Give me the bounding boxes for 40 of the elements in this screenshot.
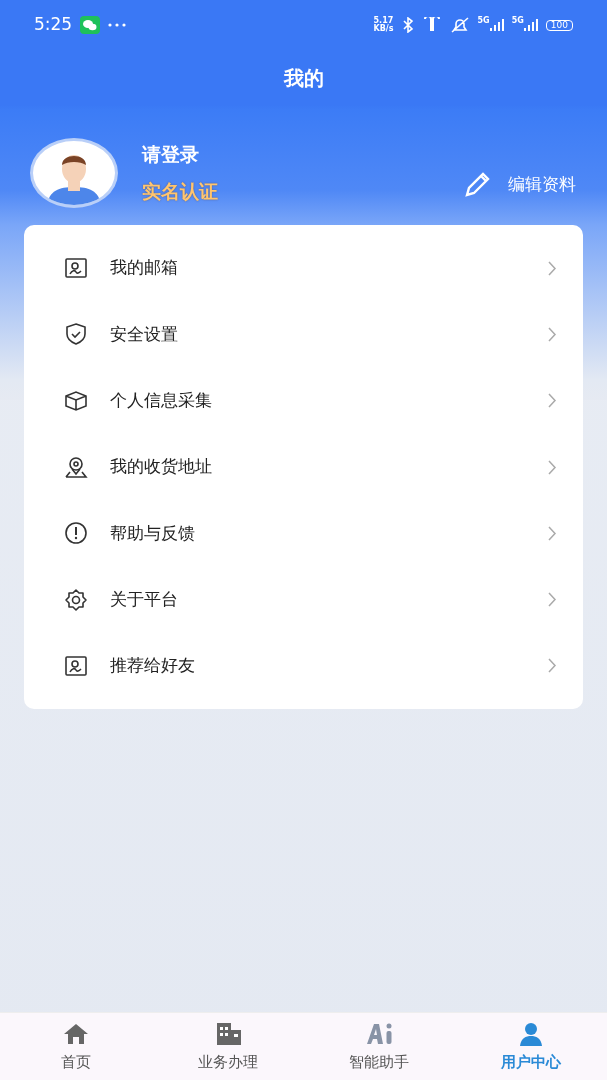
chevron-right-icon <box>548 260 557 276</box>
bluetooth-icon <box>401 17 414 33</box>
ai-icon <box>365 1021 394 1047</box>
tab-bar-item[interactable]: 业务办理 <box>151 1013 304 1080</box>
signal-icon <box>523 19 538 31</box>
mute-bell-icon <box>449 17 470 33</box>
more-icon <box>108 23 127 27</box>
menu-item[interactable]: 我的收货地址 <box>24 433 583 501</box>
menu-item[interactable]: 安全设置 <box>24 301 583 368</box>
network-type: 5G <box>477 15 490 27</box>
network-type: 5G <box>511 15 524 27</box>
menu-item[interactable]: 帮助与反馈 <box>24 500 583 567</box>
id-card-icon <box>64 653 88 678</box>
chevron-right-icon <box>548 393 557 409</box>
page-title: 我的 <box>283 64 324 92</box>
box-icon <box>64 388 88 413</box>
menu-item[interactable]: 个人信息采集 <box>24 367 583 434</box>
menu-item[interactable]: 我的邮箱 <box>24 235 583 302</box>
battery-level: 100 <box>545 19 573 31</box>
network-speed: 5.17 <box>373 17 394 25</box>
status-time: 5:25 <box>34 13 73 37</box>
alert-icon <box>64 521 88 546</box>
menu-item[interactable]: 关于平台 <box>24 566 583 633</box>
tab-bar-item[interactable]: 智能助手 <box>303 1013 456 1080</box>
chevron-right-icon <box>548 525 557 541</box>
pencil-icon <box>464 171 492 198</box>
chevron-right-icon <box>548 592 557 608</box>
location-pin-icon <box>64 455 88 480</box>
chevron-right-icon <box>548 658 557 674</box>
menu-item[interactable]: 推荐给好友 <box>24 632 583 700</box>
id-card-icon <box>64 256 88 281</box>
signal-icon <box>489 19 504 31</box>
settings-icon <box>64 587 88 612</box>
network-speed-unit: KB/s <box>373 25 394 33</box>
chevron-right-icon <box>548 459 557 475</box>
chevron-right-icon <box>548 326 557 342</box>
chat-app-icon <box>80 16 101 34</box>
tab-bar-item[interactable]: 首页 <box>0 1013 152 1080</box>
login-prompt[interactable]: 请登录 <box>142 140 463 169</box>
shield-icon <box>64 322 88 347</box>
